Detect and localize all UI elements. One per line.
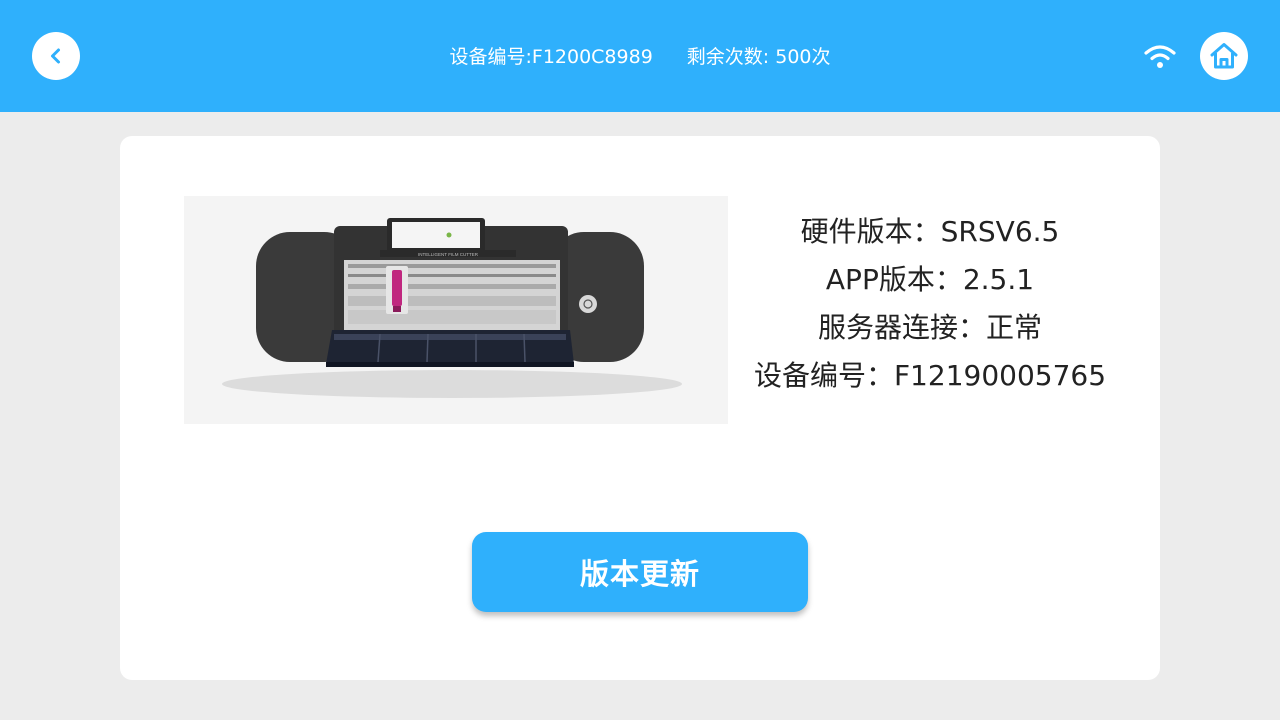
home-button[interactable] xyxy=(1200,32,1248,80)
header-remaining-count: 剩余次数: 500次 xyxy=(686,46,831,68)
device-status: 设备编号:F1200C8989 剩余次数: 500次 xyxy=(0,43,1280,71)
device-number: 设备编号：F12190005765 xyxy=(753,359,1107,392)
film-cutter-illustration: INTELLIGENT FILM CUTTER xyxy=(222,218,682,398)
device-info-card: INTELLIGENT FILM CUTTER 硬件版本：SRSV6.5 APP… xyxy=(120,136,1160,680)
hardware-version: 硬件版本：SRSV6.5 xyxy=(800,215,1060,248)
device-info-list: 硬件版本：SRSV6.5 APP版本：2.5.1 服务器连接：正常 设备编号：F… xyxy=(740,208,1120,400)
wifi-icon xyxy=(1144,45,1176,68)
version-update-button[interactable]: 版本更新 xyxy=(472,532,808,612)
top-bar: 设备编号:F1200C8989 剩余次数: 500次 xyxy=(0,0,1280,112)
header-device-id: 设备编号:F1200C8989 xyxy=(449,46,653,68)
home-icon xyxy=(1210,43,1238,69)
svg-text:INTELLIGENT FILM CUTTER: INTELLIGENT FILM CUTTER xyxy=(418,252,479,257)
app-version: APP版本：2.5.1 xyxy=(825,263,1035,296)
product-image: INTELLIGENT FILM CUTTER xyxy=(184,196,728,424)
server-connection-status: 服务器连接：正常 xyxy=(817,311,1042,344)
